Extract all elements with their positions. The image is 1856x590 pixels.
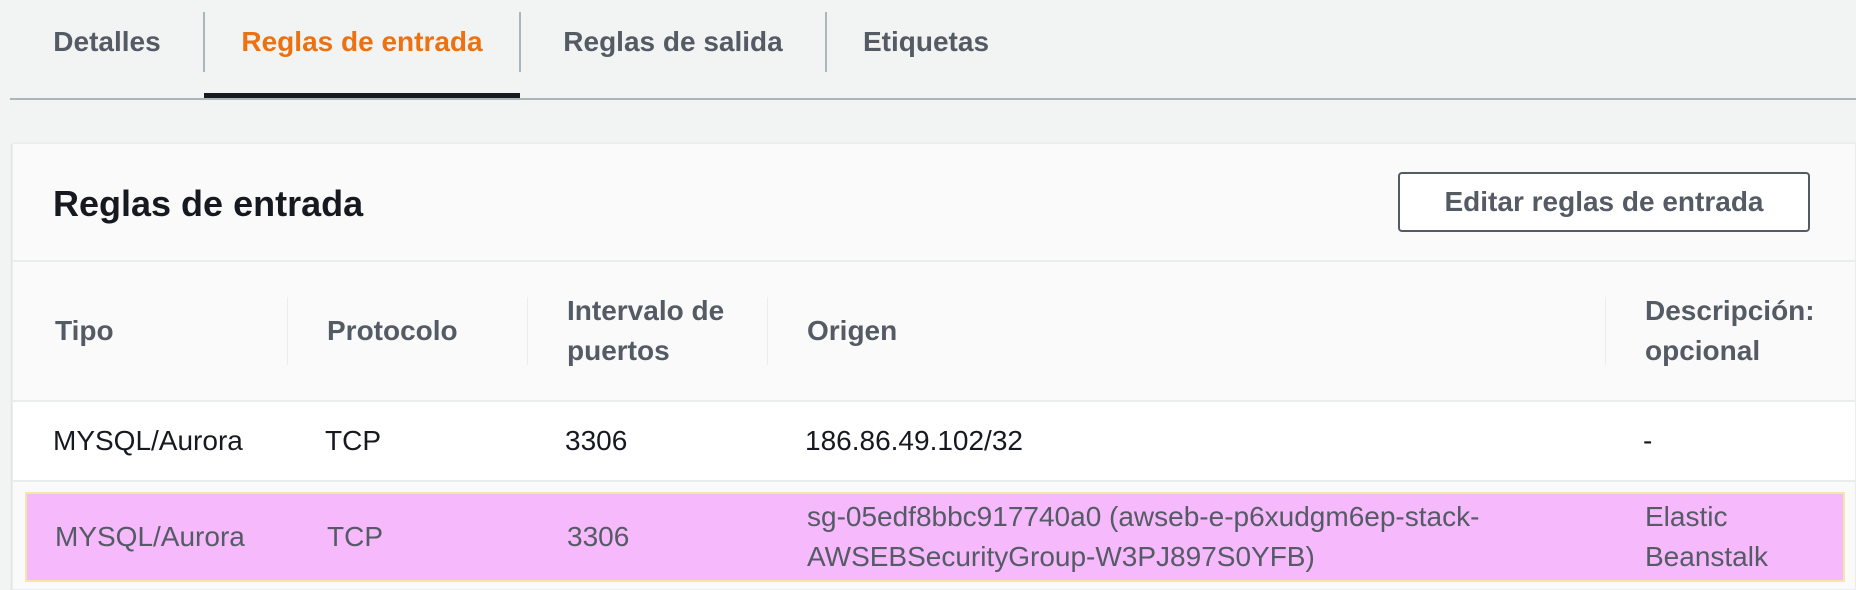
table-header: Tipo Protocolo Intervalo de puertos Orig…	[13, 262, 1855, 402]
table-row[interactable]: MYSQL/Aurora TCP 3306 186.86.49.102/32 -	[13, 402, 1855, 482]
table-row-highlighted[interactable]: MYSQL/Aurora TCP 3306 sg-05edf8bbc917740…	[25, 492, 1845, 582]
column-divider	[527, 297, 528, 365]
tab-reglas-de-salida[interactable]: Reglas de salida	[520, 0, 826, 100]
column-header-tipo[interactable]: Tipo	[55, 262, 275, 400]
tab-bar: Detalles Reglas de entrada Reglas de sal…	[10, 0, 1856, 100]
column-header-origen[interactable]: Origen	[807, 262, 1607, 400]
cell-tipo: MYSQL/Aurora	[53, 425, 243, 456]
column-divider	[1605, 297, 1606, 365]
column-header-protocolo[interactable]: Protocolo	[327, 262, 527, 400]
cell-descripcion: -	[1643, 425, 1653, 456]
tab-reglas-de-entrada[interactable]: Reglas de entrada	[204, 0, 520, 100]
cell-protocolo: TCP	[325, 425, 381, 456]
cell-origen: sg-05edf8bbc917740a0 (awseb-e-p6xudgm6ep…	[807, 501, 1480, 572]
inbound-rules-panel: Reglas de entrada Editar reglas de entra…	[12, 143, 1856, 590]
tab-detalles[interactable]: Detalles	[10, 0, 204, 100]
column-header-descripcion[interactable]: Descripción: opcional	[1645, 262, 1815, 400]
column-header-intervalo-puertos[interactable]: Intervalo de puertos	[567, 262, 747, 400]
panel-title: Reglas de entrada	[53, 183, 364, 224]
cell-protocolo: TCP	[327, 521, 383, 552]
edit-inbound-rules-button[interactable]: Editar reglas de entrada	[1398, 172, 1810, 232]
column-divider	[767, 297, 768, 365]
tab-etiquetas[interactable]: Etiquetas	[826, 0, 1026, 100]
cell-puertos: 3306	[565, 425, 628, 456]
panel-header: Reglas de entrada Editar reglas de entra…	[13, 144, 1855, 262]
cell-puertos: 3306	[567, 521, 630, 552]
cell-origen: 186.86.49.102/32	[805, 425, 1023, 456]
column-divider	[287, 297, 288, 365]
cell-descripcion: Elastic Beanstalk	[1645, 501, 1768, 572]
active-tab-indicator	[204, 93, 520, 98]
cell-tipo: MYSQL/Aurora	[55, 521, 245, 552]
